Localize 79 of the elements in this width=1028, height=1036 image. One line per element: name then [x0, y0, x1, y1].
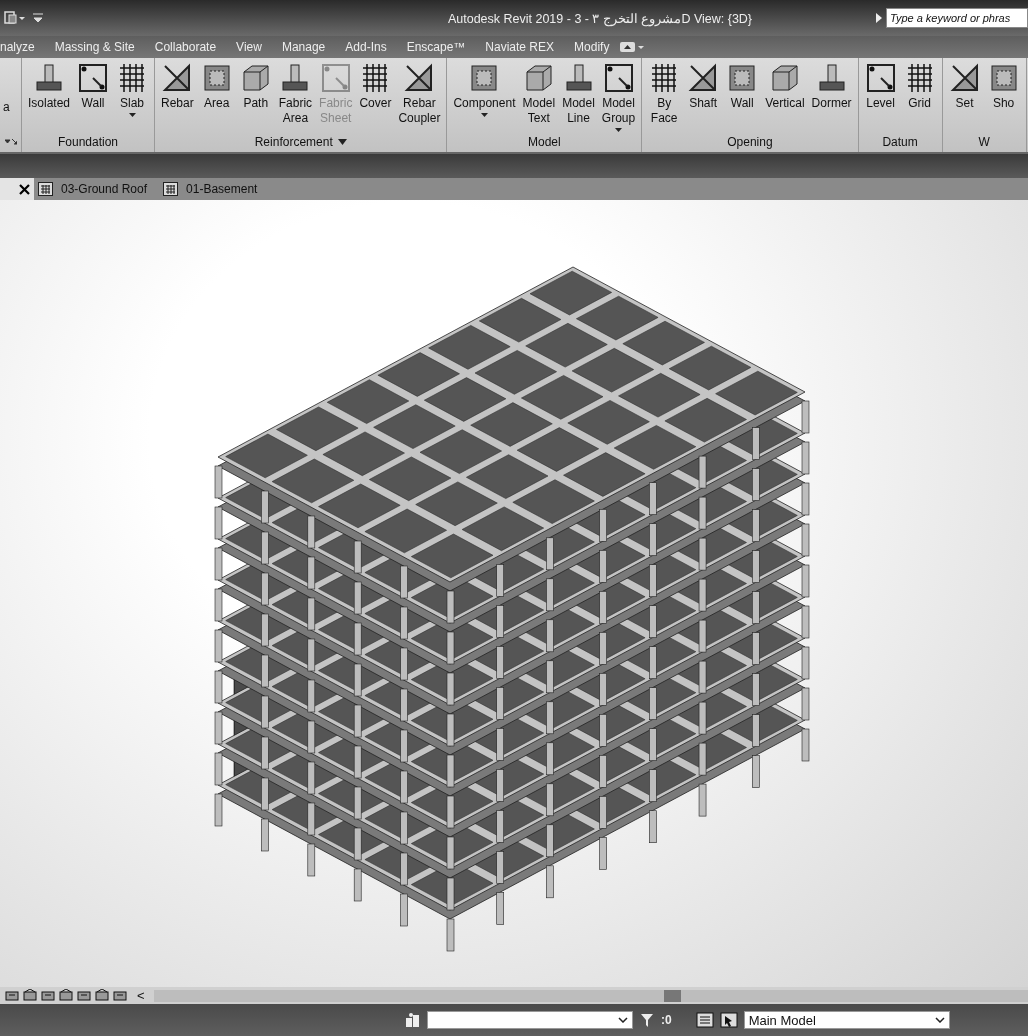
pointer-icon[interactable] — [719, 1012, 738, 1028]
panel-label: Foundation — [58, 135, 119, 149]
chevron-down-icon — [934, 1017, 945, 1023]
ribbon-tool-button[interactable]: Area — [197, 62, 236, 111]
customize-menu-icon[interactable] — [32, 12, 44, 24]
panel-label: W — [978, 135, 990, 149]
caret-icon — [480, 113, 488, 117]
view-control-icon[interactable] — [59, 989, 74, 1002]
ribbon-tool-button[interactable]: By Face — [645, 62, 684, 126]
design-option-dropdown[interactable]: Main Model — [743, 1011, 950, 1029]
ribbon-tool-button[interactable]: Slab — [113, 62, 152, 117]
tool-icon — [319, 62, 352, 94]
ribbon-tab[interactable]: View — [226, 40, 272, 54]
ribbon-tool-button[interactable]: Model Line — [559, 62, 598, 126]
filter-icon[interactable] — [639, 1012, 655, 1028]
ribbon-tool-button[interactable]: Model Text — [519, 62, 559, 126]
ribbon-tool-button[interactable]: Isolated — [25, 62, 74, 111]
tool-icon — [948, 62, 981, 94]
ribbon-tab[interactable]: Add-Ins — [335, 40, 397, 54]
ribbon-tool-button[interactable]: Set — [945, 62, 984, 111]
list-icon[interactable] — [695, 1012, 714, 1028]
ribbon-tool-button[interactable]: Wall — [74, 62, 113, 111]
ribbon-tab[interactable]: Naviate REX — [475, 40, 565, 54]
ribbon-tab[interactable]: nalyze — [0, 40, 45, 54]
view-control-icon[interactable] — [5, 989, 20, 1002]
search-field[interactable]: Type a keyword or phras — [886, 8, 1028, 28]
ribbon-tab[interactable]: Enscape™ — [396, 40, 476, 54]
ribbon-tool-button[interactable]: Wall — [723, 62, 762, 111]
ribbon-tool-button[interactable]: Vertical — [762, 62, 808, 111]
tool-icon — [602, 62, 635, 94]
tool-icon — [77, 62, 110, 94]
view-control-icon[interactable] — [113, 989, 128, 1002]
collapse-button[interactable]: < — [137, 988, 145, 1003]
scrollbar-thumb[interactable] — [663, 989, 681, 1002]
ribbon-tool-button[interactable]: Dormer — [808, 62, 855, 111]
quick-access-icon[interactable] — [4, 10, 26, 26]
view-control-icon[interactable] — [23, 989, 38, 1002]
floor-plan-icon — [38, 182, 53, 196]
chevron-down-icon — [618, 1017, 628, 1023]
close-icon[interactable] — [19, 183, 30, 195]
ribbon-tool-button[interactable]: Cover — [356, 62, 395, 111]
caret-icon — [615, 128, 623, 132]
ribbon-tool-button[interactable]: Model Group — [598, 62, 639, 132]
view-control-icon[interactable] — [95, 989, 110, 1002]
ribbon-tool-button[interactable]: Level — [861, 62, 900, 111]
ribbon-tool-button[interactable]: Path — [236, 62, 275, 111]
panel-label: Datum — [882, 135, 918, 149]
ribbon-tool-button[interactable]: Rebar — [158, 62, 197, 111]
ribbon-tool-button[interactable]: Grid — [900, 62, 939, 111]
ribbon-tab[interactable]: Manage — [271, 40, 336, 54]
drawing-tab[interactable]: 03-Ground Roof — [34, 178, 160, 200]
ribbon-tool-button[interactable]: Component — [450, 62, 519, 117]
selection-count: :0 — [661, 1013, 672, 1027]
panel-toggle-icon[interactable] — [619, 41, 646, 53]
panel-label: Reinforcement — [254, 135, 333, 149]
caret-icon[interactable] — [337, 139, 347, 145]
view-control-icon[interactable] — [41, 989, 56, 1002]
ribbon-tool-button[interactable]: Shaft — [684, 62, 723, 111]
panel-label: Opening — [727, 135, 773, 149]
panel-label: Model — [527, 135, 561, 149]
ribbon-tab[interactable]: Modify — [564, 40, 620, 54]
ribbon-tool-button[interactable]: Fabric Area — [275, 62, 316, 126]
window-title: Autodesk Revit 2019 - مشروع التخرج ٣ - 3D View: {3D} — [446, 10, 754, 26]
view-control-icon[interactable] — [77, 989, 92, 1002]
caret-icon — [128, 113, 136, 117]
expand-arrow-icon[interactable] — [876, 13, 882, 23]
tool-icon — [33, 62, 65, 94]
ribbon-tool-button[interactable]: Rebar Coupler — [395, 62, 444, 126]
workset-dropdown[interactable] — [427, 1011, 633, 1029]
drawing-tab[interactable]: 01-Basement — [159, 178, 270, 200]
floor-plan-icon — [163, 182, 179, 196]
ribbon-tool-button[interactable]: Sho — [984, 62, 1023, 111]
worksets-icon[interactable] — [405, 1012, 421, 1028]
ribbon-tool-button[interactable]: a — [3, 62, 10, 115]
ribbon-tab[interactable]: Collaborate — [144, 40, 227, 54]
active-view-tab[interactable] — [0, 178, 34, 200]
ribbon-tab[interactable]: Massing & Site — [44, 40, 145, 54]
tool-icon — [864, 62, 897, 94]
dialog-launcher-icon[interactable] — [4, 138, 17, 146]
